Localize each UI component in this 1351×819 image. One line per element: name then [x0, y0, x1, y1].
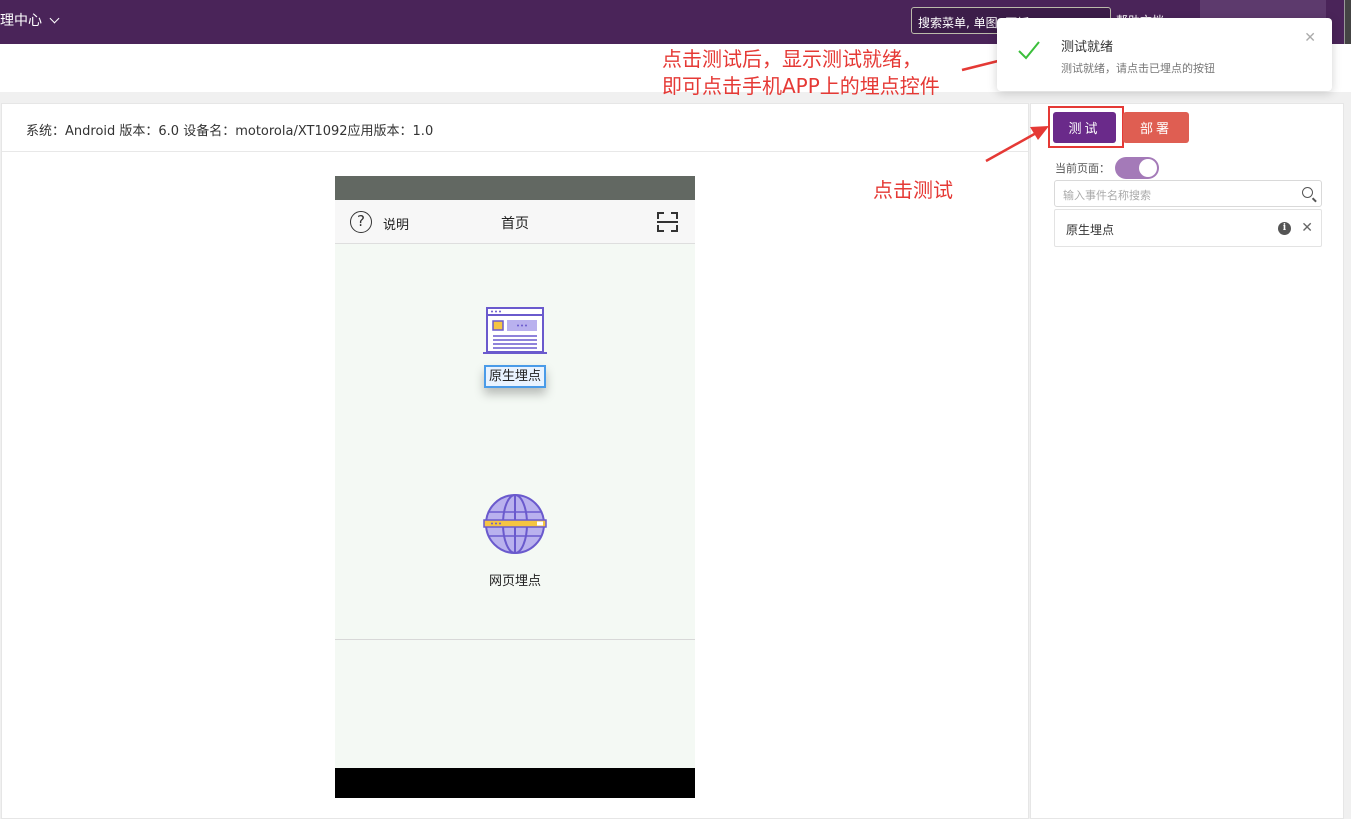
phone-screen[interactable]: ? 说明 首页 原生埋点 网页埋点 [335, 176, 695, 798]
browser-window-icon[interactable] [483, 306, 547, 356]
divider [335, 639, 695, 640]
phone-status-bar [335, 176, 695, 200]
check-icon [1018, 41, 1040, 60]
phone-bottom-bar [335, 768, 695, 798]
current-page-label: 当前页面： [1055, 162, 1110, 175]
notification-title: 测试就绪 [1061, 40, 1114, 55]
native-tracking-button[interactable]: 原生埋点 [484, 365, 546, 388]
phone-page-title: 首页 [501, 216, 529, 232]
chevron-down-icon [49, 13, 60, 23]
close-icon[interactable]: ✕ [1304, 30, 1316, 46]
remove-event-icon[interactable]: ✕ [1301, 220, 1313, 236]
event-side-panel: 测试 部署 当前页面： 输入事件名称搜索 原生埋点 i ✕ [1030, 103, 1344, 819]
annotation-note: 点击测试后，显示测试就绪， 即可点击手机APP上的埋点控件 [662, 46, 940, 100]
event-name: 原生埋点 [1066, 223, 1115, 237]
scan-icon[interactable] [657, 212, 678, 232]
event-list-item[interactable]: 原生埋点 i ✕ [1054, 209, 1322, 247]
annotation-line-1: 点击测试后，显示测试就绪， [662, 47, 922, 71]
test-button-highlight-box [1048, 106, 1124, 148]
event-search-placeholder: 输入事件名称搜索 [1063, 189, 1151, 202]
globe-icon[interactable] [483, 492, 547, 556]
event-search-input[interactable]: 输入事件名称搜索 [1054, 180, 1322, 207]
divider [2, 151, 1028, 152]
annotation-line-2: 即可点击手机APP上的埋点控件 [662, 74, 940, 98]
deploy-button[interactable]: 部署 [1123, 112, 1189, 143]
web-tracking-label[interactable]: 网页埋点 [335, 570, 695, 589]
test-ready-notification: 测试就绪 测试就绪，请点击已埋点的按钮 ✕ [997, 18, 1332, 91]
search-icon[interactable] [1302, 187, 1313, 198]
device-info: 系统：Android 版本：6.0 设备名：motorola/XT1092应用版… [26, 124, 434, 139]
phone-nav-bar: ? 说明 首页 [335, 200, 695, 244]
app-menu-dropdown[interactable]: 理中心 [0, 10, 60, 30]
current-page-toggle[interactable] [1115, 157, 1159, 179]
annotation-click-test: 点击测试 [873, 178, 953, 202]
info-icon[interactable]: i [1278, 222, 1291, 235]
toggle-knob [1139, 159, 1157, 177]
app-title: 理中心 [0, 13, 42, 29]
notification-message: 测试就绪，请点击已埋点的按钮 [1061, 62, 1215, 75]
